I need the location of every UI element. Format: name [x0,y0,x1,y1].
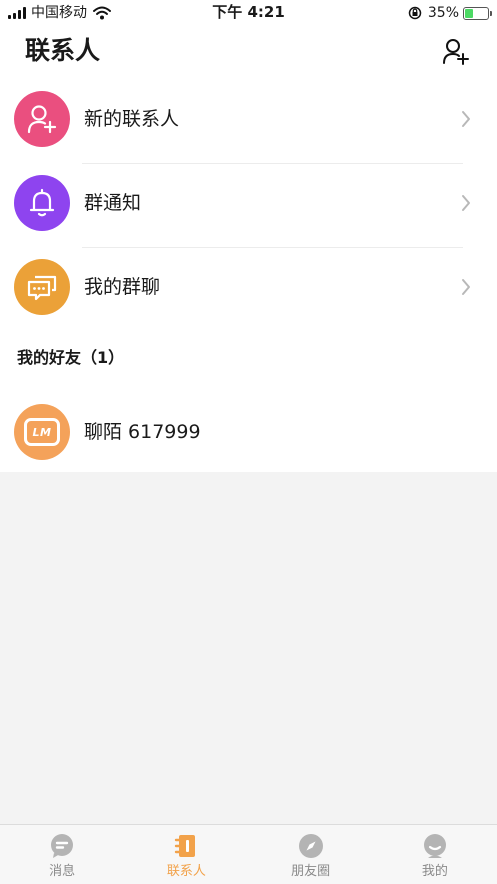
contacts-book-icon [175,835,196,857]
tab-contacts[interactable]: 联系人 [124,825,248,884]
new-contacts-icon-circle [14,91,70,147]
menu-item-my-groups[interactable]: 我的群聊 [0,248,497,332]
bell-icon [29,188,55,217]
tab-bar: 消息 联系人 朋友圈 我的 [0,824,497,884]
tab-label: 我的 [421,864,448,879]
menu-item-label: 新的联系人 [84,108,180,130]
page-title: 联系人 [25,36,101,65]
header: 联系人 [0,26,497,80]
my-groups-icon-circle [14,259,70,315]
battery-percent: 35% [427,5,459,21]
profile-icon [423,834,446,858]
rotation-lock-icon [408,6,422,20]
menu-item-group-notifications[interactable]: 群通知 [0,164,497,248]
tab-label: 朋友圈 [291,864,331,879]
menu-item-new-contacts[interactable]: 新的联系人 [0,80,497,164]
lm-logo-icon: LM [24,418,60,446]
tab-me[interactable]: 我的 [373,825,497,884]
chevron-right-icon [462,195,470,211]
compass-icon [298,834,323,858]
status-right: 35% [408,4,492,22]
friends-section-title: 我的好友（1） [17,348,125,367]
add-user-icon [443,39,469,65]
tab-label: 消息 [49,864,76,879]
battery-fill [465,8,473,18]
friends-section-header: 我的好友（1） [0,330,497,384]
friend-name: 聊陌 617999 [84,421,201,443]
friend-avatar: LM [14,404,70,460]
tab-label: 联系人 [166,864,206,879]
menu-item-label: 我的群聊 [84,276,161,298]
tab-moments[interactable]: 朋友圈 [249,825,373,884]
friend-list-item[interactable]: LM 聊陌 617999 [0,384,497,472]
battery-icon [463,6,492,20]
chat-bubbles-icon [27,275,57,301]
chevron-right-icon [462,279,470,295]
contacts-menu: 新的联系人 群通知 我的群聊 [0,80,497,330]
message-icon [51,834,74,858]
avatar-logo-text: LM [32,425,52,439]
status-bar: 中国移动 下午 4:21 35% [0,0,497,26]
group-notifications-icon-circle [14,175,70,231]
add-friend-button[interactable] [443,38,469,66]
add-user-icon [27,105,57,134]
chevron-right-icon [462,111,470,127]
menu-item-label: 群通知 [84,192,142,214]
tab-messages[interactable]: 消息 [0,825,124,884]
